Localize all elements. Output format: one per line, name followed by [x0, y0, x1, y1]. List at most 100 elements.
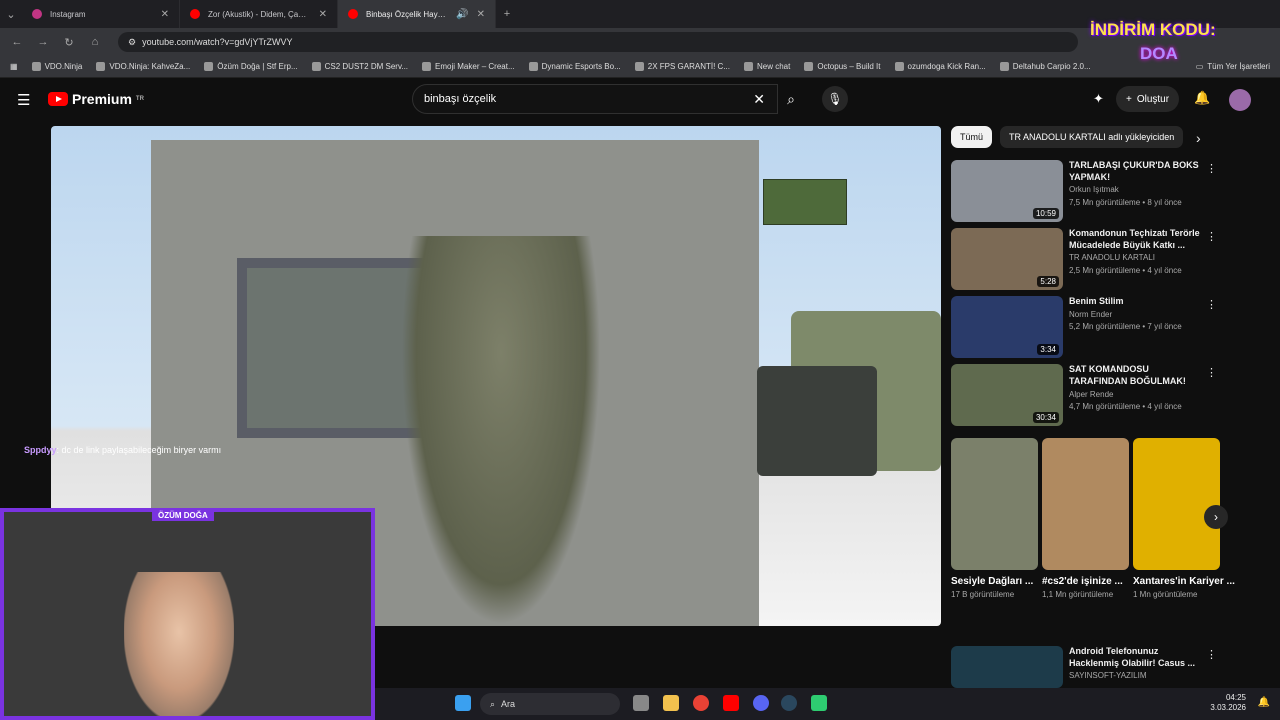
- recommended-video[interactable]: 30:34 SAT KOMANDOSU TARAFINDAN BOĞULMAK!…: [951, 364, 1221, 426]
- bookmark-icon: [204, 62, 214, 71]
- filter-chips: Tümü TR ANADOLU KARTALI adlı yükleyicide…: [951, 126, 1184, 148]
- bookmark-item[interactable]: Özüm Doğa | Stf Erp...: [204, 62, 298, 71]
- short-thumbnail[interactable]: [1133, 438, 1220, 570]
- microphone-icon: 🎙: [827, 92, 843, 106]
- chip-uploader[interactable]: TR ANADOLU KARTALI adlı yükleyiciden: [1000, 126, 1184, 148]
- bookmark-icon: [96, 62, 106, 71]
- audio-icon[interactable]: 🔊: [456, 9, 468, 20]
- youtube-logo[interactable]: Premium TR: [48, 91, 144, 107]
- tab-instagram[interactable]: Instagram ✕: [22, 0, 180, 28]
- tab-music[interactable]: Zor (Akustik) - Didem, Çağrı Er... ✕: [180, 0, 338, 28]
- green-app-icon[interactable]: [811, 695, 827, 711]
- bookmark-item[interactable]: VDO.Ninja: [31, 62, 82, 71]
- search-input[interactable]: [424, 93, 744, 105]
- bookmark-item[interactable]: Deltahub Carpio 2.0...: [999, 62, 1091, 71]
- youtube-icon: [348, 9, 358, 19]
- youtube-header: ☰ Premium TR ✕ ⌕ 🎙 ✦ +Oluştur 🔔: [0, 78, 1280, 122]
- bookmark-item[interactable]: New chat: [744, 62, 790, 71]
- bookmark-item[interactable]: ozumdoga Kick Ran...: [894, 62, 986, 71]
- streamer-figure: [124, 572, 234, 716]
- plus-icon: +: [1126, 93, 1132, 105]
- recommended-video[interactable]: 3:34 Benim Stilim Norm Ender 5,2 Mn görünt…: [951, 296, 1221, 358]
- discord-icon[interactable]: [753, 695, 769, 711]
- bookmark-icon: [634, 62, 644, 71]
- back-icon[interactable]: ←: [6, 36, 28, 48]
- system-clock[interactable]: 04:25 3.03.2026: [1210, 693, 1246, 714]
- more-options-icon[interactable]: ⋮: [1206, 162, 1217, 175]
- chrome-icon[interactable]: [693, 695, 709, 711]
- bookmark-item[interactable]: Octopus – Build It: [804, 62, 881, 71]
- video-thumbnail[interactable]: 10:59: [951, 160, 1063, 222]
- bookmark-icon: [422, 62, 432, 71]
- close-icon[interactable]: ✕: [477, 9, 485, 20]
- youtube-app-icon[interactable]: [723, 695, 739, 711]
- more-options-icon[interactable]: ⋮: [1206, 298, 1217, 311]
- video-scene-soldier: [401, 236, 601, 626]
- search-box: ✕: [412, 84, 778, 114]
- video-thumbnail[interactable]: [951, 646, 1063, 688]
- search-button[interactable]: ⌕: [778, 84, 804, 114]
- tab-search-icon[interactable]: ⌄: [0, 8, 22, 21]
- shorts-next-button[interactable]: ›: [1204, 505, 1228, 529]
- webcam-overlay: [0, 508, 375, 720]
- bookmark-item[interactable]: CS2 DUST2 DM Serv...: [311, 62, 408, 71]
- video-logo-emblem: [763, 179, 847, 225]
- all-bookmarks[interactable]: ▭ Tüm Yer İşaretleri: [1196, 62, 1270, 71]
- more-options-icon[interactable]: ⋮: [1206, 230, 1217, 243]
- bookmark-item[interactable]: VDO.Ninja: KahveZa...: [96, 62, 190, 71]
- create-button[interactable]: + Oluştur: [1116, 86, 1180, 112]
- youtube-icon: [190, 9, 200, 19]
- avatar[interactable]: [1229, 89, 1251, 111]
- notifications-icon[interactable]: 🔔: [1194, 90, 1210, 106]
- recommended-video[interactable]: 5:28 Komandonun Teçhizatı Terörle Mücade…: [951, 228, 1221, 290]
- forward-icon[interactable]: →: [32, 36, 54, 48]
- site-info-icon[interactable]: ⚙: [128, 37, 136, 48]
- clear-search-icon[interactable]: ✕: [753, 91, 765, 108]
- bookmark-icon: [744, 62, 753, 71]
- bookmark-icon: [894, 62, 904, 71]
- video-thumbnail[interactable]: 3:34: [951, 296, 1063, 358]
- short-item[interactable]: #cs2'de işinize ... 1,1 Mn görüntüleme: [1042, 438, 1129, 599]
- more-options-icon[interactable]: ⋮: [1206, 648, 1217, 661]
- address-bar-row: ← → ↻ ⌂ ⚙ youtube.com/watch?v=gdVjYTrZWV…: [0, 28, 1280, 56]
- cast-icon[interactable]: ✦: [1093, 91, 1104, 107]
- short-item[interactable]: Sesiyle Dağları ... 17 B görüntüleme: [951, 438, 1038, 599]
- short-thumbnail[interactable]: [951, 438, 1038, 570]
- steam-icon[interactable]: [781, 695, 797, 711]
- more-options-icon[interactable]: ⋮: [1206, 366, 1217, 379]
- notification-bell-icon[interactable]: 🔔: [1258, 697, 1270, 708]
- recommended-video[interactable]: Android Telefonunuz Hacklenmiş Olabilir!…: [951, 646, 1221, 688]
- apps-icon[interactable]: ▦: [10, 62, 18, 71]
- bookmark-item[interactable]: 2X FPS GARANTİ! C...: [634, 62, 730, 71]
- short-thumbnail[interactable]: [1042, 438, 1129, 570]
- video-scene-jeep: [757, 366, 877, 476]
- bookmark-icon: [311, 62, 321, 71]
- bookmark-item[interactable]: Dynamic Esports Bo...: [528, 62, 621, 71]
- windows-start-icon[interactable]: [455, 695, 471, 711]
- close-icon[interactable]: ✕: [319, 9, 327, 20]
- recommended-video[interactable]: 10:59 TARLABAŞI ÇUKUR'DA BOKS YAPMAK! Ork…: [951, 160, 1221, 222]
- bookmarks-bar: ▦ VDO.Ninja VDO.Ninja: KahveZa... Özüm D…: [0, 56, 1280, 78]
- voice-search-button[interactable]: 🎙: [822, 86, 848, 112]
- video-thumbnail[interactable]: 30:34: [951, 364, 1063, 426]
- stream-chat-message: Sppdyy: dc de link paylaşabileceğim biry…: [24, 445, 222, 455]
- file-explorer-icon[interactable]: [663, 695, 679, 711]
- tab-current[interactable]: Binbaşı Özçelik Hayranları İ... 🔊 ✕: [338, 0, 496, 28]
- search-icon: ⌕: [787, 90, 795, 107]
- close-icon[interactable]: ✕: [161, 9, 169, 20]
- webcam-name-tag: ÖZÜM DOĞA: [152, 510, 214, 521]
- bookmark-item[interactable]: Emoji Maker – Creat...: [422, 62, 515, 71]
- taskbar-search[interactable]: ⌕ Ara: [480, 693, 620, 715]
- task-view-icon[interactable]: [633, 695, 649, 711]
- bookmark-icon: [999, 62, 1009, 71]
- chevron-right-icon[interactable]: ›: [1196, 130, 1201, 146]
- menu-icon[interactable]: ☰: [17, 91, 30, 109]
- home-icon[interactable]: ⌂: [84, 36, 106, 48]
- url-field[interactable]: ⚙ youtube.com/watch?v=gdVjYTrZWVY: [118, 32, 1078, 52]
- chip-all[interactable]: Tümü: [951, 126, 993, 148]
- new-tab-button[interactable]: +: [496, 8, 518, 20]
- taskbar: ⌕ Ara 04:25 3.03.2026 🔔: [375, 688, 1280, 720]
- reload-icon[interactable]: ↻: [58, 36, 80, 49]
- search-icon: ⌕: [490, 698, 496, 709]
- video-thumbnail[interactable]: 5:28: [951, 228, 1063, 290]
